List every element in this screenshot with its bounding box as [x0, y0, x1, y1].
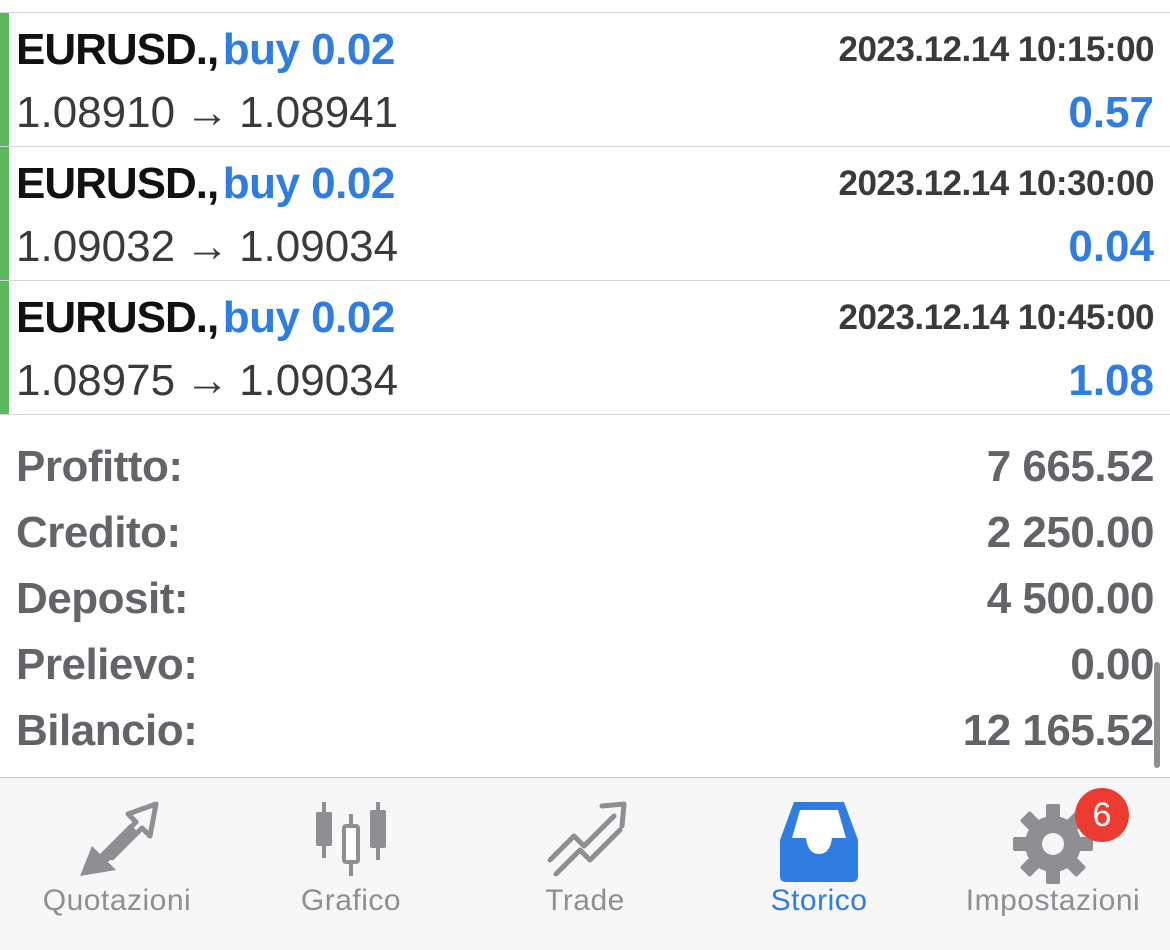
tab-label: Storico: [770, 884, 868, 917]
history-inbox-icon: [780, 802, 858, 882]
trade-side-volume: buy 0.02: [222, 293, 396, 342]
tab-label: Trade: [545, 884, 625, 917]
account-summary: Profitto: 7 665.52 Credito: 2 250.00 Dep…: [16, 434, 1155, 764]
tab-label: Grafico: [300, 884, 402, 917]
trade-symbol: EURUSD.,: [16, 159, 219, 208]
summary-label: Deposit:: [16, 574, 189, 623]
trade-row[interactable]: EURUSD., buy 0.02 2023.12.14 10:30:00 1.…: [0, 147, 1170, 281]
tab-bar: Quotazioni Grafico Trade Storico Imposta…: [0, 777, 1170, 950]
trade-close-price: 1.08941: [239, 88, 399, 137]
summary-label: Credito:: [16, 508, 181, 557]
trade-side-volume: buy 0.02: [222, 159, 396, 208]
trade-close-price: 1.09034: [239, 222, 399, 271]
summary-value: 12 165.52: [962, 706, 1155, 755]
summary-row-deposit: Deposit: 4 500.00: [16, 566, 1155, 632]
summary-label: Prelievo:: [16, 640, 198, 689]
profit-indicator-bar: [0, 281, 9, 414]
profit-indicator-bar: [0, 147, 9, 280]
right-arrow-icon: →: [185, 356, 230, 405]
candlestick-chart-icon: [316, 802, 386, 876]
trade-time: 2023.12.14 10:45:00: [838, 298, 1155, 337]
quotes-arrows-icon: [80, 801, 159, 876]
summary-value: 4 500.00: [986, 574, 1155, 623]
trade-time: 2023.12.14 10:30:00: [838, 164, 1155, 203]
tab-label: Quotazioni: [42, 884, 192, 917]
summary-label: Profitto:: [16, 442, 183, 491]
trade-close-price: 1.09034: [239, 356, 399, 405]
trade-open-price: 1.09032: [16, 222, 176, 271]
summary-row-withdrawal: Prelievo: 0.00: [16, 632, 1154, 698]
right-arrow-icon: →: [185, 222, 230, 271]
trade-row[interactable]: EURUSD., buy 0.02 2023.12.14 10:45:00 1.…: [0, 281, 1170, 415]
trade-side-volume: buy 0.02: [222, 25, 396, 74]
notification-badge: 6: [1075, 788, 1129, 842]
summary-row-profit: Profitto: 7 665.52: [16, 434, 1155, 500]
scrollbar[interactable]: [1154, 662, 1160, 768]
summary-value: 7 665.52: [986, 442, 1155, 491]
trade-trend-icon: [547, 801, 627, 877]
trade-row[interactable]: EURUSD., buy 0.02 2023.12.14 10:15:00 1.…: [0, 13, 1170, 147]
summary-row-credit: Credito: 2 250.00: [16, 500, 1155, 566]
summary-value: 0.00: [1070, 640, 1154, 689]
tab-label: Impostazioni: [965, 884, 1141, 917]
trade-open-price: 1.08975: [16, 356, 176, 405]
summary-label: Bilancio:: [16, 706, 198, 755]
right-arrow-icon: →: [185, 88, 230, 137]
trade-profit: 0.57: [1068, 88, 1154, 137]
trade-open-price: 1.08910: [16, 88, 176, 137]
trade-time: 2023.12.14 10:15:00: [838, 30, 1155, 69]
tab-grafico[interactable]: Grafico: [234, 778, 468, 950]
tab-trade[interactable]: Trade: [468, 778, 702, 950]
summary-row-balance: Bilancio: 12 165.52: [16, 698, 1155, 764]
trade-symbol: EURUSD.,: [16, 25, 219, 74]
summary-value: 2 250.00: [986, 508, 1155, 557]
trade-profit: 1.08: [1068, 356, 1154, 405]
tab-storico[interactable]: Storico: [702, 778, 936, 950]
trade-history-list: EURUSD., buy 0.02 2023.12.14 10:15:00 1.…: [0, 13, 1170, 415]
tab-impostazioni[interactable]: Impostazioni: [936, 778, 1170, 950]
profit-indicator-bar: [0, 13, 9, 146]
trade-profit: 0.04: [1068, 222, 1154, 271]
tab-quotazioni[interactable]: Quotazioni: [0, 778, 234, 950]
trade-symbol: EURUSD.,: [16, 293, 219, 342]
